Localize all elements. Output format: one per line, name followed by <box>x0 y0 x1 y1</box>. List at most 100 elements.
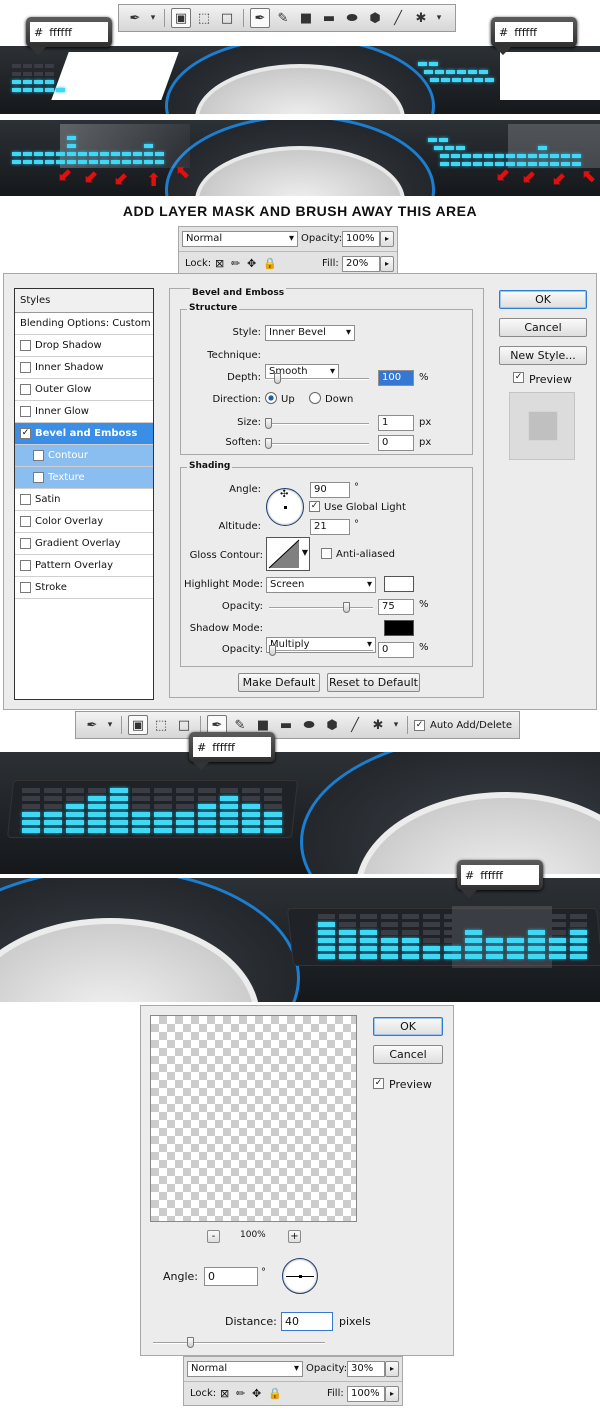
shadow-opacity-slider[interactable] <box>269 645 373 656</box>
ellipse-icon[interactable]: ⬬ <box>299 715 319 735</box>
preview-checkbox[interactable]: ✓ <box>513 372 524 383</box>
style-item-checkbox[interactable] <box>33 450 44 461</box>
fill-slider-button[interactable]: ▸ <box>380 256 394 272</box>
distance-field[interactable]: 40 <box>281 1312 333 1331</box>
style-item-checkbox[interactable] <box>20 560 31 571</box>
highlight-color-swatch[interactable] <box>384 576 414 592</box>
direction-down-radio[interactable] <box>309 392 321 404</box>
style-item-texture[interactable]: Texture <box>15 467 153 489</box>
anti-aliased-checkbox[interactable] <box>321 548 332 559</box>
opacity-field[interactable]: 30% <box>347 1361 385 1377</box>
style-item-checkbox[interactable] <box>20 516 31 527</box>
custom-shape-icon[interactable]: ✱ <box>368 715 388 735</box>
distance-slider[interactable] <box>153 1337 325 1348</box>
hex-value[interactable]: ffffff <box>514 26 537 39</box>
angle-dial[interactable] <box>282 1258 318 1294</box>
tool-preset-dropdown-icon[interactable]: ▾ <box>105 715 115 735</box>
fill-pixels-icon[interactable]: □ <box>217 8 237 28</box>
zoom-in-button[interactable]: + <box>288 1230 301 1243</box>
lock-transparent-icon[interactable]: ⊠ <box>220 1387 229 1400</box>
tool-preset-dropdown-icon[interactable]: ▾ <box>148 8 158 28</box>
rectangle-icon[interactable]: ■ <box>296 8 316 28</box>
pen-tool-icon[interactable]: ✒ <box>125 8 145 28</box>
style-item-gradient-overlay[interactable]: Gradient Overlay <box>15 533 153 555</box>
fill-field[interactable]: 20% <box>342 256 380 272</box>
style-item-checkbox[interactable] <box>33 472 44 483</box>
auto-add-delete-checkbox[interactable]: ✓ <box>414 719 425 731</box>
style-item-inner-glow[interactable]: Inner Glow <box>15 401 153 423</box>
angle-field[interactable]: 0 <box>204 1267 258 1286</box>
style-item-blending-options-custom[interactable]: Blending Options: Custom <box>15 313 153 335</box>
shadow-opacity-field[interactable]: 0 <box>378 642 414 658</box>
polygon-icon[interactable]: ⬢ <box>365 8 385 28</box>
lock-brush-icon[interactable]: ✏ <box>236 1387 245 1400</box>
soften-slider[interactable] <box>265 438 369 449</box>
style-item-contour[interactable]: Contour <box>15 445 153 467</box>
rounded-rectangle-icon[interactable]: ▬ <box>276 715 296 735</box>
direction-up-radio[interactable] <box>265 392 277 404</box>
shadow-color-swatch[interactable] <box>384 620 414 636</box>
freeform-pen-icon[interactable]: ✎ <box>273 8 293 28</box>
hex-value[interactable]: ffffff <box>480 869 503 882</box>
style-item-pattern-overlay[interactable]: Pattern Overlay <box>15 555 153 577</box>
ok-button[interactable]: OK <box>373 1017 443 1036</box>
style-select[interactable]: Inner Bevel <box>265 325 355 341</box>
shadow-opacity-thumb[interactable] <box>269 645 276 656</box>
size-slider[interactable] <box>265 418 369 429</box>
shape-layers-icon[interactable]: ▣ <box>128 715 148 735</box>
soften-field[interactable]: 0 <box>378 435 414 451</box>
style-item-bevel-and-emboss[interactable]: ✓ Bevel and Emboss <box>15 423 153 445</box>
angle-dial[interactable]: ✣ <box>266 488 304 526</box>
zoom-out-button[interactable]: - <box>207 1230 220 1243</box>
highlight-opacity-thumb[interactable] <box>343 602 350 613</box>
styles-header[interactable]: Styles <box>15 289 153 313</box>
ok-button[interactable]: OK <box>499 290 587 309</box>
style-item-stroke[interactable]: Stroke <box>15 577 153 599</box>
lock-move-icon[interactable]: ✥ <box>247 257 256 270</box>
polygon-icon[interactable]: ⬢ <box>322 715 342 735</box>
distance-slider-thumb[interactable] <box>187 1337 194 1348</box>
style-item-checkbox[interactable] <box>20 494 31 505</box>
line-icon[interactable]: ╱ <box>388 8 408 28</box>
style-item-color-overlay[interactable]: Color Overlay <box>15 511 153 533</box>
style-item-checkbox[interactable] <box>20 384 31 395</box>
style-item-satin[interactable]: Satin <box>15 489 153 511</box>
custom-shape-icon[interactable]: ✱ <box>411 8 431 28</box>
size-slider-thumb[interactable] <box>265 418 272 429</box>
highlight-opacity-slider[interactable] <box>269 602 373 613</box>
style-item-outer-glow[interactable]: Outer Glow <box>15 379 153 401</box>
style-item-checkbox[interactable] <box>20 340 31 351</box>
lock-all-icon[interactable]: 🔒 <box>263 257 277 270</box>
new-style-button[interactable]: New Style... <box>499 346 587 365</box>
gloss-contour-picker[interactable]: ▼ <box>266 537 310 571</box>
cancel-button[interactable]: Cancel <box>373 1045 443 1064</box>
lock-brush-icon[interactable]: ✏ <box>231 257 240 270</box>
pen-tool-icon[interactable]: ✒ <box>82 715 102 735</box>
fill-slider-button[interactable]: ▸ <box>385 1386 399 1402</box>
size-field[interactable]: 1 <box>378 415 414 431</box>
cancel-button[interactable]: Cancel <box>499 318 587 337</box>
style-item-drop-shadow[interactable]: Drop Shadow <box>15 335 153 357</box>
highlight-mode-select[interactable]: Screen <box>266 577 376 593</box>
style-item-checkbox[interactable] <box>20 582 31 593</box>
blend-mode-select[interactable]: Normal <box>182 231 298 247</box>
style-item-checkbox[interactable] <box>20 406 31 417</box>
lock-all-icon[interactable]: 🔒 <box>268 1387 282 1400</box>
shape-layers-icon[interactable]: ▣ <box>171 8 191 28</box>
hex-value[interactable]: ffffff <box>212 741 235 754</box>
lock-transparent-icon[interactable]: ⊠ <box>215 257 224 270</box>
opacity-field[interactable]: 100% <box>342 231 380 247</box>
style-item-checkbox[interactable]: ✓ <box>20 428 31 439</box>
paths-icon[interactable]: ⬚ <box>151 715 171 735</box>
depth-field[interactable]: 100 <box>378 370 414 386</box>
make-default-button[interactable]: Make Default <box>238 673 320 692</box>
shape-dropdown-icon[interactable]: ▾ <box>391 715 401 735</box>
altitude-field[interactable]: 21 <box>310 519 350 535</box>
hex-value[interactable]: ffffff <box>49 26 72 39</box>
ellipse-icon[interactable]: ⬬ <box>342 8 362 28</box>
pen-icon[interactable]: ✒ <box>250 8 270 28</box>
opacity-slider-button[interactable]: ▸ <box>385 1361 399 1377</box>
global-light-checkbox[interactable]: ✓ <box>309 501 320 512</box>
highlight-opacity-field[interactable]: 75 <box>378 599 414 615</box>
reset-default-button[interactable]: Reset to Default <box>327 673 420 692</box>
